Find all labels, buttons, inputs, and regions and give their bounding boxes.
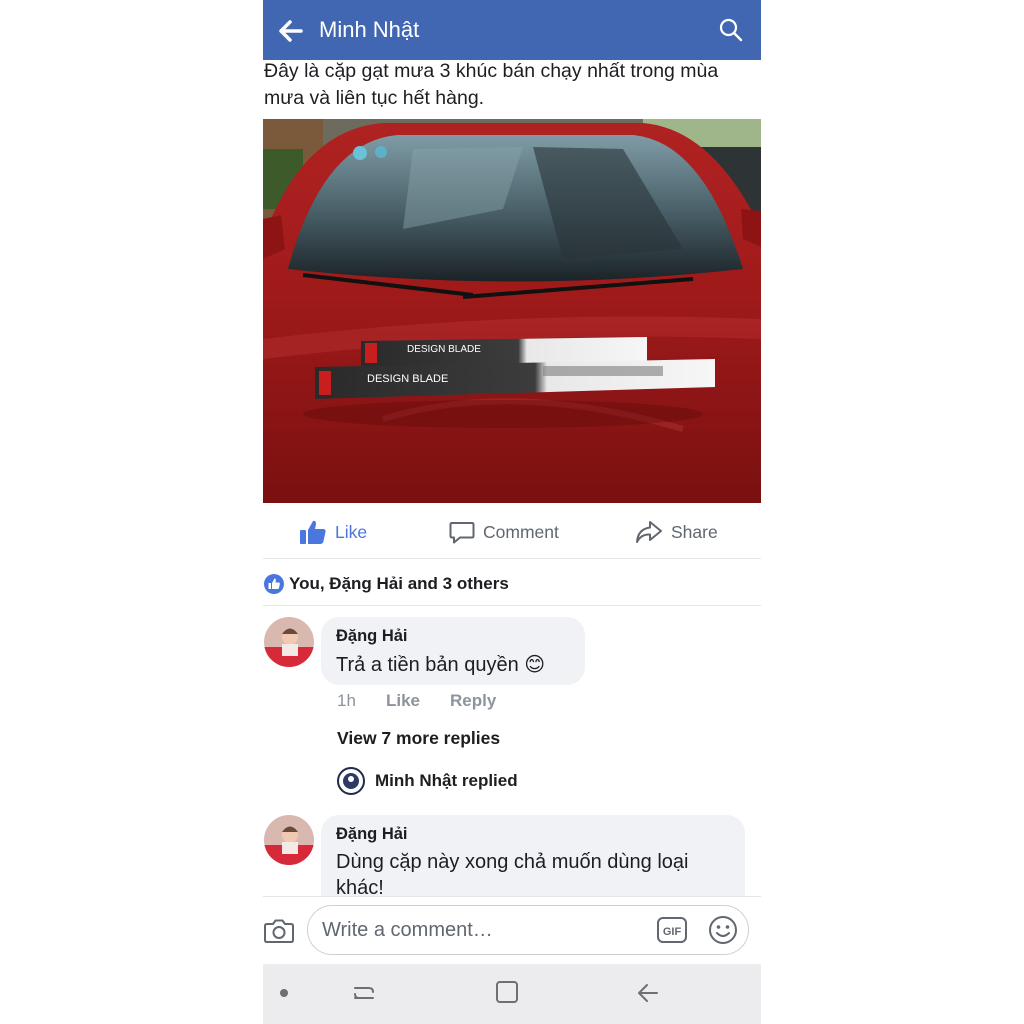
share-label: Share bbox=[671, 521, 718, 542]
comment-author[interactable]: Đặng Hải bbox=[336, 825, 408, 844]
comment-text: Dùng cặp này xong chả muốn dùng loại khá… bbox=[336, 851, 689, 899]
like-label: Like bbox=[335, 521, 368, 542]
replied-text: Minh Nhật replied bbox=[375, 771, 518, 790]
search-icon[interactable] bbox=[717, 16, 745, 44]
avatar[interactable] bbox=[264, 815, 314, 865]
gif-label: GIF bbox=[663, 926, 682, 938]
comment-author[interactable]: Đặng Hải bbox=[336, 627, 408, 646]
reply-preview[interactable]: Minh Nhật replied bbox=[337, 766, 518, 796]
avatar bbox=[337, 767, 365, 795]
android-nav-bar bbox=[263, 964, 761, 1024]
like-badge-icon bbox=[264, 574, 284, 594]
view-more-replies-link[interactable]: View 7 more replies bbox=[337, 728, 500, 749]
share-button[interactable]: Share bbox=[635, 518, 718, 546]
back-arrow-icon[interactable] bbox=[273, 14, 307, 48]
post-text: Đây là cặp gạt mưa 3 khúc bán chạy nhất … bbox=[264, 60, 719, 109]
comment-composer: Write a comment… GIF bbox=[263, 896, 761, 965]
comment-label: Comment bbox=[483, 521, 559, 542]
comment-icon bbox=[449, 522, 475, 544]
box-label-back: DESIGN BLADE bbox=[407, 344, 481, 355]
share-icon bbox=[636, 521, 662, 543]
thumbs-up-icon bbox=[300, 520, 326, 544]
emoji-icon[interactable] bbox=[708, 915, 738, 945]
comment-text: Trả a tiền bản quyền 😊 bbox=[336, 654, 546, 676]
like-button[interactable]: Like bbox=[299, 518, 367, 546]
back-nav-icon[interactable] bbox=[635, 980, 661, 1006]
gif-icon[interactable]: GIF bbox=[657, 917, 687, 943]
home-icon[interactable] bbox=[493, 978, 521, 1006]
facebook-post-screen: Minh Nhật Đây là cặp gạt mưa 3 khúc bán … bbox=[263, 0, 761, 1024]
post-photo[interactable]: DESIGN BLADE DESIGN BLADE bbox=[263, 119, 761, 503]
comment-placeholder: Write a comment… bbox=[322, 919, 493, 941]
post-actions: Like Comment Share bbox=[263, 504, 761, 559]
camera-icon[interactable] bbox=[263, 915, 295, 947]
reactions-text: You, Đặng Hải and 3 others bbox=[289, 574, 509, 593]
comment-like-button[interactable]: Like bbox=[386, 691, 420, 711]
comment-button[interactable]: Comment bbox=[449, 518, 559, 546]
reactions-summary[interactable]: You, Đặng Hải and 3 others bbox=[263, 571, 761, 606]
recent-apps-icon[interactable] bbox=[351, 980, 377, 1006]
comment-time: 1h bbox=[337, 691, 356, 710]
comment-reply-button[interactable]: Reply bbox=[450, 691, 496, 711]
nav-dot-icon[interactable] bbox=[279, 988, 289, 998]
comment-input[interactable]: Write a comment… GIF bbox=[307, 905, 749, 955]
page-title: Minh Nhật bbox=[319, 17, 420, 42]
box-label-front: DESIGN BLADE bbox=[367, 373, 448, 385]
avatar[interactable] bbox=[264, 617, 314, 667]
top-bar: Minh Nhật bbox=[263, 0, 761, 60]
